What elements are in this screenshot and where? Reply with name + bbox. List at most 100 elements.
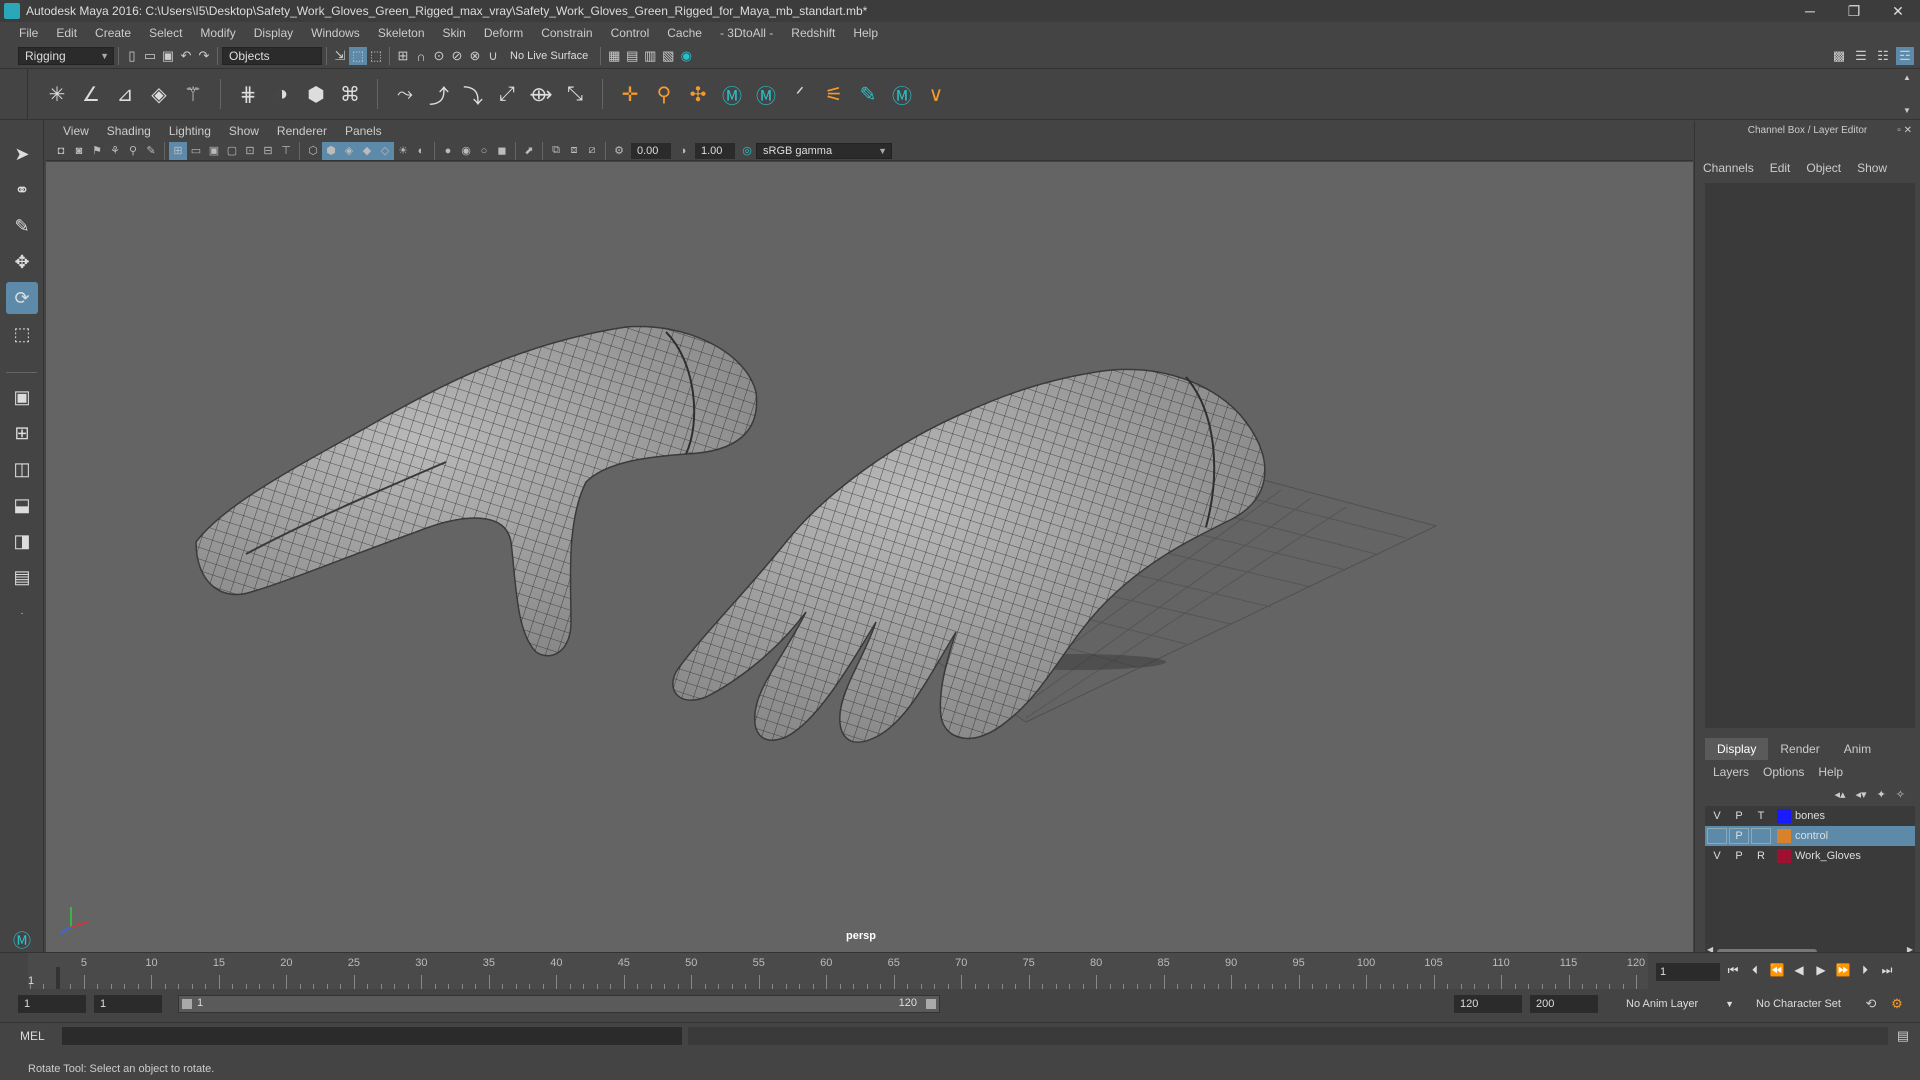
menu-select[interactable]: Select (140, 26, 191, 40)
layer-visibility-toggle[interactable] (1707, 828, 1727, 844)
maya-script-b-icon[interactable]: Ⓜ (751, 79, 781, 109)
paint-skin-icon[interactable]: ✎ (853, 79, 883, 109)
tab-display[interactable]: Display (1705, 738, 1769, 760)
le-menu-options[interactable]: Options (1763, 765, 1804, 779)
range-start-handle[interactable] (182, 999, 192, 1009)
step-forward-frame-icon[interactable]: ⏵ (1856, 961, 1874, 979)
pole-vector-icon[interactable]: ⤡ (560, 79, 590, 109)
more-layouts-icon[interactable]: · (6, 597, 38, 629)
layer-playback-toggle[interactable]: P (1729, 828, 1749, 844)
preferences-icon[interactable]: ⚙ (1888, 995, 1906, 1013)
go-to-end-icon[interactable]: ⏭ (1878, 961, 1896, 979)
vp-menu-shading[interactable]: Shading (98, 124, 160, 138)
menu-set-dropdown[interactable]: Rigging ▼ (18, 47, 114, 65)
exposure-icon[interactable]: ⚙ (610, 142, 628, 160)
cluster-icon[interactable]: ⚲ (649, 79, 679, 109)
play-forwards-icon[interactable]: ▶ (1812, 961, 1830, 979)
exposure-field[interactable]: 0.00 (631, 142, 671, 159)
glove-right-mesh[interactable] (672, 368, 1266, 743)
menu-skin[interactable]: Skin (434, 26, 475, 40)
cb-menu-show[interactable]: Show (1857, 161, 1887, 175)
step-back-key-icon[interactable]: ⏪ (1768, 961, 1786, 979)
viewport-canvas[interactable] (46, 162, 1693, 952)
menu-cache[interactable]: Cache (658, 26, 711, 40)
anim-layer-dropdown[interactable]: No Anim Layer ▼ (1620, 995, 1738, 1013)
layer-row-work-gloves[interactable]: V P R Work_Gloves (1705, 846, 1915, 866)
script-editor-icon[interactable]: ▤ (1894, 1027, 1912, 1045)
resolution-gate-icon[interactable]: ▣ (205, 142, 223, 160)
render-frame-icon[interactable]: ▤ (623, 47, 641, 65)
scroll-down-icon[interactable]: ▼ (1903, 106, 1911, 115)
step-forward-key-icon[interactable]: ⏩ (1834, 961, 1852, 979)
render-settings-icon[interactable]: ▧ (659, 47, 677, 65)
shadows-icon[interactable]: ◐ (412, 142, 430, 160)
persp-hypershade-layout-icon[interactable]: ◨ (6, 525, 38, 557)
paint-select-tool-icon[interactable]: ✎ (6, 210, 38, 242)
layer-visibility-toggle[interactable]: V (1707, 808, 1727, 824)
persp-outliner-layout-icon[interactable]: ◫ (6, 453, 38, 485)
lasso-tool-icon[interactable]: ⚭ (6, 174, 38, 206)
layer-playback-toggle[interactable]: P (1729, 808, 1749, 824)
layer-color-swatch[interactable] (1777, 849, 1791, 863)
panel-close-icon[interactable]: ▫ ✕ (1897, 125, 1912, 136)
xray-active-icon[interactable]: ⧈ (565, 142, 583, 160)
layer-visibility-toggle[interactable]: V (1707, 848, 1727, 864)
camera-attributes-icon[interactable]: ◙ (70, 142, 88, 160)
textured-icon[interactable]: ◆ (358, 141, 376, 160)
new-layer-icon[interactable]: ✦ (1877, 788, 1886, 801)
le-menu-layers[interactable]: Layers (1713, 765, 1749, 779)
orient-constraint-icon[interactable]: ⤵ (458, 79, 488, 109)
layer-row-control[interactable]: P control (1705, 826, 1915, 846)
tool-settings-icon[interactable]: ☷ (1874, 47, 1892, 65)
isolate-select-icon[interactable]: ⬈ (520, 142, 538, 160)
open-scene-icon[interactable]: ▭ (141, 47, 159, 65)
current-time-marker[interactable] (56, 967, 60, 989)
move-layer-up-icon[interactable]: ◂▴ (1834, 788, 1845, 801)
menu-display[interactable]: Display (245, 26, 302, 40)
cb-menu-channels[interactable]: Channels (1703, 161, 1754, 175)
maximize-button[interactable]: ❐ (1832, 3, 1876, 20)
layer-display-type-toggle[interactable]: T (1751, 808, 1771, 824)
xray-icon[interactable]: ◇ (376, 141, 394, 160)
layer-display-type-toggle[interactable] (1751, 828, 1771, 844)
range-bar[interactable]: 1 120 (178, 995, 940, 1013)
layer-color-swatch[interactable] (1777, 829, 1791, 843)
make-live-icon[interactable]: ∪ (484, 47, 502, 65)
play-backwards-icon[interactable]: ◀ (1790, 961, 1808, 979)
selection-mode-dropdown[interactable]: Objects (222, 47, 322, 65)
color-management-icon[interactable]: ◎ (738, 142, 756, 160)
layer-name[interactable]: control (1795, 830, 1828, 842)
new-layer-selected-icon[interactable]: ✧ (1896, 788, 1905, 801)
minimize-button[interactable]: ─ (1788, 3, 1832, 20)
paint-weights-icon[interactable]: ⚟ (819, 79, 849, 109)
snap-grid-icon[interactable]: ⊞ (394, 47, 412, 65)
gamma-icon[interactable]: ◑ (674, 142, 692, 160)
attribute-editor-icon[interactable]: ☰ (1852, 47, 1870, 65)
snap-point-icon[interactable]: ⊙ (430, 47, 448, 65)
grid-toggle-icon[interactable]: ⊞ (169, 141, 187, 160)
lattice-icon[interactable]: ⬢ (301, 79, 331, 109)
menu-3dtoall[interactable]: - 3DtoAll - (711, 26, 782, 40)
vp-menu-renderer[interactable]: Renderer (268, 124, 336, 138)
layer-row-bones[interactable]: V P T bones (1705, 806, 1915, 826)
insert-joint-icon[interactable]: ◈ (144, 79, 174, 109)
select-component-icon[interactable]: ⬚ (367, 47, 385, 65)
maya-script-c-icon[interactable]: Ⓜ (887, 79, 917, 109)
outliner-persp-layout-icon[interactable]: ▤ (6, 561, 38, 593)
glove-left-mesh[interactable] (195, 325, 758, 657)
current-frame-field[interactable]: 1 (1656, 963, 1720, 981)
select-tool-icon[interactable]: ➤ (6, 138, 38, 170)
playback-end-field[interactable]: 120 (1454, 995, 1522, 1013)
2d-pan-zoom-icon[interactable]: ⚲ (124, 142, 142, 160)
animation-start-field[interactable]: 1 (18, 995, 86, 1013)
maya-script-a-icon[interactable]: Ⓜ (717, 79, 747, 109)
modeling-toolkit-icon[interactable]: ▩ (1830, 47, 1848, 65)
menu-help[interactable]: Help (844, 26, 887, 40)
close-button[interactable]: ✕ (1876, 3, 1920, 20)
aim-constraint-icon[interactable]: ⤴ (424, 79, 454, 109)
parent-constraint-icon[interactable]: ⟴ (526, 79, 556, 109)
menu-deform[interactable]: Deform (475, 26, 532, 40)
auto-key-icon[interactable]: ⟲ (1862, 995, 1880, 1013)
gate-mask-icon[interactable]: ▢ (223, 142, 241, 160)
command-input[interactable] (62, 1027, 682, 1045)
